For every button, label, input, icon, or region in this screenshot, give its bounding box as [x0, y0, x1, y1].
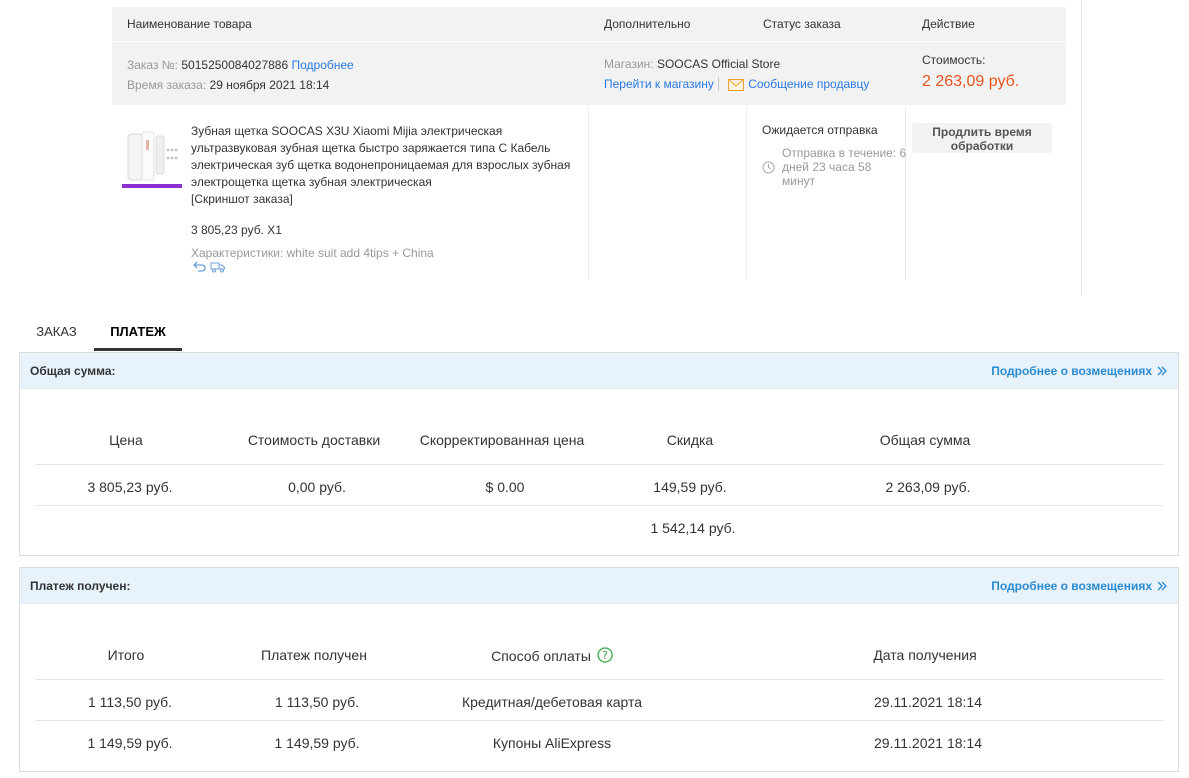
shipping-countdown: Отправка в течение: 6 дней 23 часа 58 ми… [782, 146, 907, 188]
store-label: Магазин: [604, 57, 654, 71]
order-number: 5015250084027886 [181, 58, 289, 72]
total-panel: Общая сумма: Подробнее о возмещениях Цен… [19, 352, 1179, 556]
payment-refund-details-link[interactable]: Подробнее о возмещениях [991, 579, 1152, 593]
product-characteristics: Характеристики: white suit add 4tips + C… [191, 246, 434, 260]
header-discount: Скидка [666, 432, 714, 448]
payment-panel: Платеж получен: Подробнее о возмещениях … [19, 567, 1179, 772]
extend-processing-button[interactable]: Продлить время обработки [912, 123, 1052, 153]
header-action: Действие [922, 17, 975, 31]
clock-icon [762, 161, 775, 177]
header-receipt-date: Дата получения [873, 647, 977, 663]
price-value: 3 805,23 руб. [87, 479, 173, 495]
double-chevron-right-icon[interactable] [1156, 580, 1168, 595]
payment-row-1-total: 1 113,50 руб. [87, 694, 173, 710]
order-details-link[interactable]: Подробнее [292, 58, 354, 72]
payment-row-1-received: 1 113,50 руб. [274, 694, 360, 710]
header-product: Наименование товара [127, 17, 252, 31]
payment-panel-title: Платеж получен: [30, 579, 131, 593]
truck-icon[interactable] [210, 261, 226, 276]
header-payment-received: Платеж получен [261, 647, 367, 663]
header-price: Цена [109, 432, 143, 448]
payment-method-label: Способ оплаты [491, 648, 591, 664]
go-to-store-link[interactable]: Перейти к магазину [604, 77, 714, 91]
product-price-qty: 3 805,23 руб. X1 [191, 223, 282, 237]
mail-icon[interactable] [728, 79, 745, 94]
return-icon[interactable] [192, 261, 206, 276]
order-info-row: Заказ №: 5015250084027886 Подробнее Врем… [112, 42, 1066, 105]
order-number-label: Заказ №: [127, 58, 179, 72]
adjusted-price-value: $ 0.00 [485, 479, 525, 495]
order-time-label: Время заказа: [127, 78, 207, 92]
tab-order[interactable]: ЗАКАЗ [19, 313, 94, 351]
svg-text:?: ? [602, 649, 608, 662]
total-panel-header: Общая сумма: Подробнее о возмещениях [20, 353, 1178, 389]
refund-details-link[interactable]: Подробнее о возмещениях [991, 364, 1152, 378]
product-title[interactable]: Зубная щетка SOOCAS X3U Xiaomi Mijia эле… [191, 123, 591, 191]
tab-payment[interactable]: ПЛАТЕЖ [94, 313, 182, 351]
header-adjusted-price: Скорректированная цена [419, 432, 585, 448]
product-row: Зубная щетка SOOCAS X3U Xiaomi Mijia эле… [112, 106, 1066, 280]
product-thumbnail[interactable] [122, 126, 182, 190]
payment-row-1-method: Кредитная/дебетовая карта [461, 694, 643, 710]
payment-row-2-method: Купоны AliExpress [492, 735, 612, 751]
header-total: Общая сумма [879, 432, 971, 448]
cost-label: Стоимость: [922, 53, 986, 67]
order-status: Ожидается отправка [762, 123, 878, 137]
help-icon[interactable]: ? [597, 647, 613, 666]
payment-panel-header: Платеж получен: Подробнее о возмещениях [20, 568, 1178, 604]
order-screenshot-link[interactable]: [Скриншот заказа] [191, 192, 293, 206]
discount-value: 149,59 руб. [653, 479, 727, 495]
cost-value: 2 263,09 руб. [922, 73, 1020, 90]
header-status: Статус заказа [763, 17, 841, 31]
header-shipping-cost: Стоимость доставки [247, 432, 381, 448]
header-grand-total: Итого [107, 647, 145, 663]
double-chevron-right-icon[interactable] [1156, 365, 1168, 380]
store-name: SOOCAS Official Store [656, 57, 781, 71]
header-extra: Дополнительно [604, 17, 691, 31]
payment-row-2-received: 1 149,59 руб. [274, 735, 360, 751]
order-box: Наименование товара Дополнительно Статус… [112, 0, 1082, 296]
payment-row-2-total: 1 149,59 руб. [87, 735, 173, 751]
payment-row-2-date: 29.11.2021 18:14 [874, 735, 982, 751]
product-action-icons [192, 261, 226, 276]
extra-discount-value: 1 542,14 руб. [650, 520, 736, 536]
payment-row-1-date: 29.11.2021 18:14 [874, 694, 982, 710]
header-payment-method: Способ оплаты? [491, 647, 613, 666]
order-time: 29 ноября 2021 18:14 [209, 78, 330, 92]
total-panel-title: Общая сумма: [30, 364, 116, 378]
shipping-cost-value: 0,00 руб. [288, 479, 346, 495]
order-table-header: Наименование товара Дополнительно Статус… [112, 7, 1066, 41]
total-value: 2 263,09 руб. [885, 479, 971, 495]
message-seller-link[interactable]: Сообщение продавцу [748, 77, 869, 91]
